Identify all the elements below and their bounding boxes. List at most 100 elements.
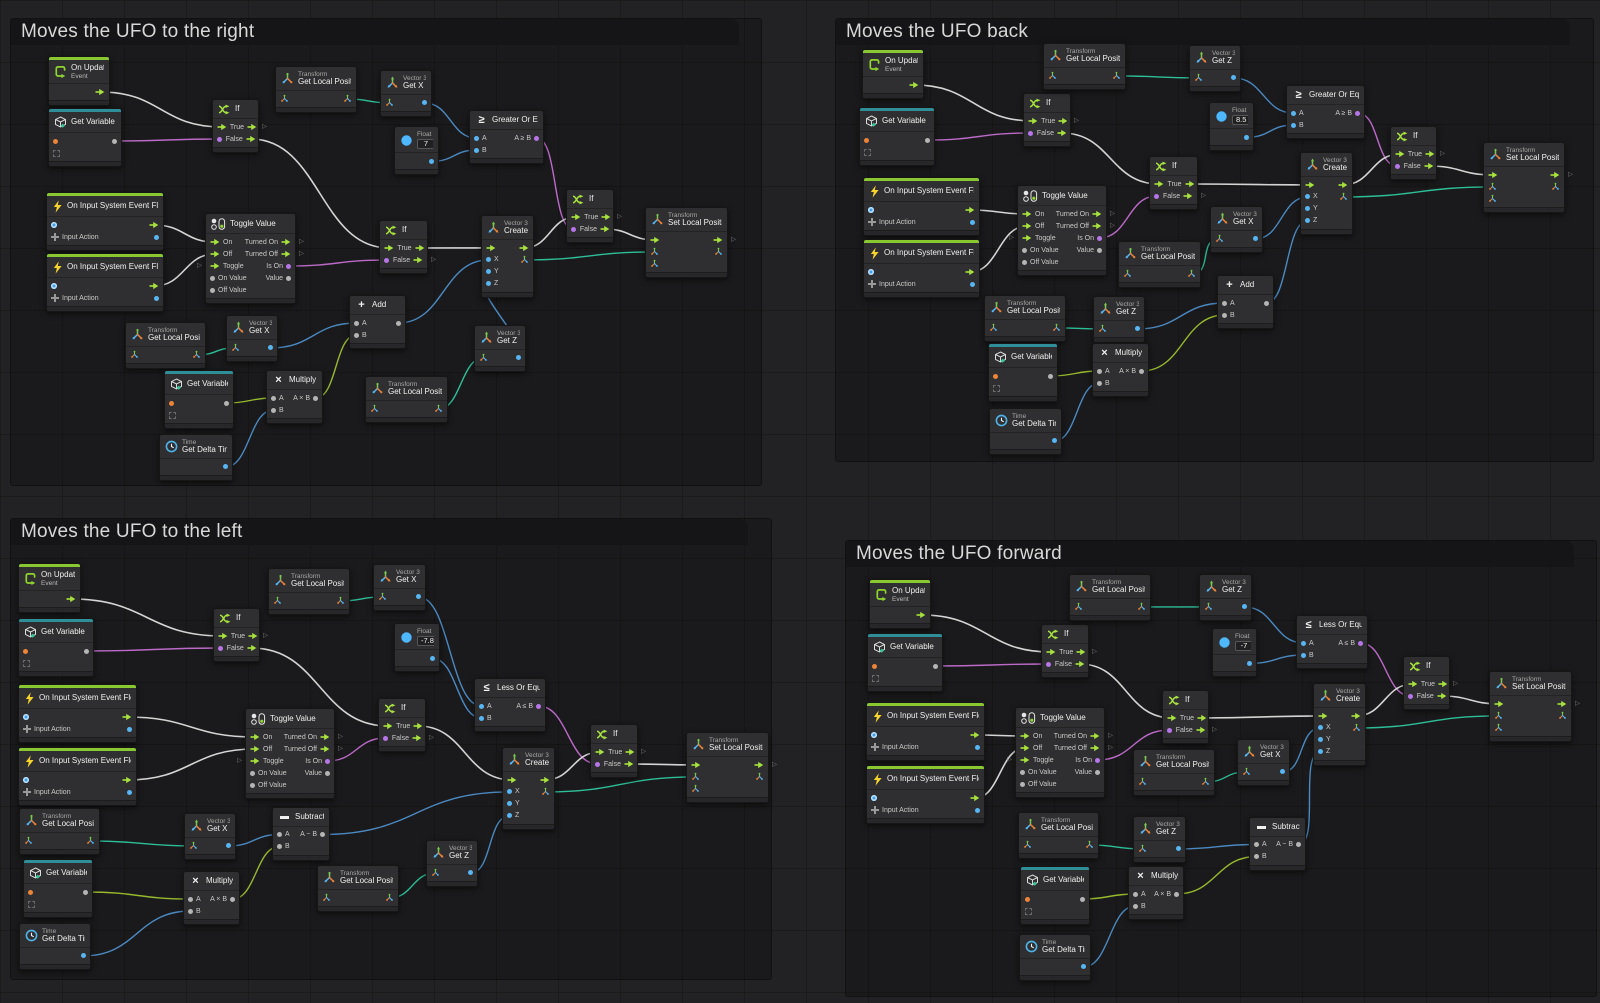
node-transform-get-local-position[interactable]: TransformGet Local Position [125, 322, 206, 369]
port-out[interactable] [1092, 210, 1102, 218]
port-out[interactable] [1097, 247, 1102, 253]
port-in[interactable] [479, 703, 484, 709]
port-in[interactable] [1305, 181, 1315, 189]
node-if-branch[interactable]: If True ▷ False [212, 99, 267, 153]
node-toggle-value[interactable]: Toggle Value On Turned On ▷ Off Turned Off ▷ To… [1009, 185, 1115, 276]
port-in[interactable] [250, 757, 260, 765]
port-in[interactable] [1395, 163, 1400, 169]
port-in[interactable] [1408, 693, 1413, 699]
node-add-operator[interactable]: + Add A B [1217, 275, 1274, 329]
node-vector3-get-component[interactable]: Vector 3 Get Z [426, 840, 478, 887]
node-transform-set-local-position[interactable]: TransformSet Local Position ▷ [1483, 142, 1573, 213]
port-in[interactable] [130, 350, 139, 359]
edge-connection[interactable] [1176, 855, 1257, 895]
port-out[interactable] [1244, 134, 1249, 140]
port-out[interactable] [149, 282, 159, 290]
node-float-literal[interactable]: Float -7 [1212, 628, 1257, 678]
edge-connection[interactable] [927, 132, 1031, 141]
node-float-literal[interactable]: Float 8.5 [1209, 102, 1254, 152]
port-in[interactable] [23, 777, 29, 783]
port-in[interactable] [691, 772, 700, 781]
node-get-variable[interactable]: Get Variable [1020, 866, 1090, 925]
input-action-icon[interactable] [871, 743, 879, 751]
port-out[interactable] [412, 734, 422, 742]
port-out[interactable] [413, 256, 423, 264]
port-in[interactable] [28, 889, 33, 895]
node-if-branch[interactable]: If True ▷ False [566, 189, 622, 243]
port-in[interactable] [1022, 234, 1032, 242]
port-in[interactable] [868, 269, 874, 275]
port-in[interactable] [1154, 193, 1159, 199]
node-on-input-system-event-float[interactable]: On Input System Event Float Input Action [46, 192, 164, 251]
port-in[interactable] [993, 373, 998, 379]
port-out[interactable] [534, 135, 539, 141]
port-out[interactable] [1425, 150, 1435, 158]
port-in[interactable] [595, 748, 605, 756]
port-in[interactable] [23, 714, 29, 720]
port-out[interactable] [1139, 368, 1144, 374]
port-in[interactable] [1097, 368, 1102, 374]
node-vector3-get-component[interactable]: Vector 3 Get Z [1199, 574, 1252, 621]
port-out[interactable] [230, 896, 235, 902]
port-out[interactable] [1176, 846, 1181, 852]
port-out[interactable] [313, 395, 318, 401]
port-out[interactable] [336, 596, 345, 605]
port-out[interactable] [325, 770, 330, 776]
port-in[interactable] [1097, 380, 1102, 386]
port-out[interactable] [925, 137, 930, 143]
port-in[interactable] [273, 596, 282, 605]
port-out[interactable] [1112, 71, 1121, 80]
port-out[interactable] [281, 250, 291, 258]
port-out[interactable] [122, 713, 132, 721]
edge-connection[interactable] [86, 647, 221, 652]
port-in[interactable] [354, 320, 359, 326]
port-in[interactable] [1028, 130, 1033, 136]
port-out[interactable] [149, 221, 159, 229]
port-in[interactable] [486, 257, 491, 263]
port-in[interactable] [1023, 840, 1032, 849]
port-in[interactable] [188, 896, 193, 902]
port-out[interactable] [192, 350, 201, 359]
node-on-input-system-event-float[interactable]: On Input System Event Float Input Action [866, 765, 985, 824]
port-in[interactable] [51, 222, 57, 228]
edge-connection[interactable] [1202, 711, 1324, 720]
port-in[interactable] [1138, 777, 1147, 786]
port-in[interactable] [1167, 727, 1172, 733]
port-in[interactable] [507, 813, 512, 819]
port-out[interactable] [223, 464, 228, 470]
edge-connection[interactable] [1099, 195, 1157, 239]
node-transform-get-local-position[interactable]: TransformGet Local Position [1133, 749, 1215, 796]
port-in[interactable] [1133, 903, 1138, 909]
node-vector3-get-component[interactable]: Vector 3 Get X [380, 70, 432, 117]
port-in[interactable] [53, 149, 60, 157]
graph-canvas[interactable]: Moves the UFO to the right Moves the UFO … [0, 0, 1600, 1003]
port-out[interactable] [1076, 648, 1086, 656]
node-get-variable[interactable]: Get Variable [48, 108, 122, 167]
node-multiply-operator[interactable]: × Multiply A A × B B [183, 871, 240, 925]
port-in[interactable] [277, 844, 282, 849]
node-get-variable[interactable]: Get Variable [18, 618, 94, 677]
port-in[interactable] [868, 207, 874, 213]
node-if-branch[interactable]: If True ▷ False [1390, 126, 1445, 180]
port-in[interactable] [51, 283, 57, 289]
port-out[interactable] [1558, 711, 1567, 720]
port-out[interactable] [1231, 75, 1236, 81]
port-out[interactable] [600, 225, 610, 233]
port-out[interactable] [1052, 323, 1061, 332]
edge-connection[interactable] [524, 251, 655, 261]
edge-connection[interactable] [85, 891, 191, 900]
value-field[interactable]: 7 [417, 139, 433, 150]
node-on-input-system-event-float[interactable]: On Input System Event Float Input Action [866, 702, 985, 761]
port-in[interactable] [486, 281, 491, 287]
node-transform-get-local-position[interactable]: TransformGet Local Position [365, 376, 448, 423]
node-if-branch[interactable]: If True False ▷ [378, 698, 434, 752]
port-out[interactable] [536, 703, 541, 709]
port-in[interactable] [871, 732, 877, 738]
port-out[interactable] [1095, 769, 1100, 775]
port-in[interactable] [1408, 680, 1418, 688]
port-in[interactable] [571, 213, 581, 221]
port-in[interactable] [1488, 182, 1497, 191]
port-in[interactable] [383, 722, 393, 730]
port-in[interactable] [1020, 756, 1030, 764]
input-action-icon[interactable] [51, 233, 59, 241]
